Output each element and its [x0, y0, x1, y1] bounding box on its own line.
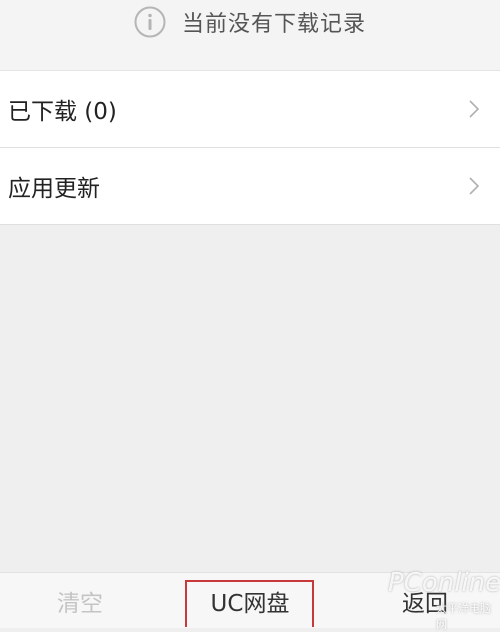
info-icon — [134, 6, 166, 38]
clear-button[interactable]: 清空 — [20, 573, 140, 628]
uc-cloud-drive-button[interactable]: UC网盘 — [185, 573, 315, 628]
list-item-label: 已下载 (0) — [8, 99, 117, 125]
chevron-right-icon — [469, 100, 480, 118]
list-item-downloaded[interactable]: 已下载 (0) — [0, 71, 500, 148]
download-menu-list: 已下载 (0) 应用更新 — [0, 70, 500, 225]
empty-download-notice: 当前没有下载记录 — [0, 0, 500, 70]
chevron-right-icon — [469, 177, 480, 195]
notice-text: 当前没有下载记录 — [181, 12, 366, 37]
list-item-app-updates[interactable]: 应用更新 — [0, 148, 500, 225]
bottom-toolbar: 清空 UC网盘 返回 — [0, 572, 500, 628]
back-button[interactable]: 返回 — [375, 573, 475, 628]
list-item-label: 应用更新 — [8, 176, 100, 202]
